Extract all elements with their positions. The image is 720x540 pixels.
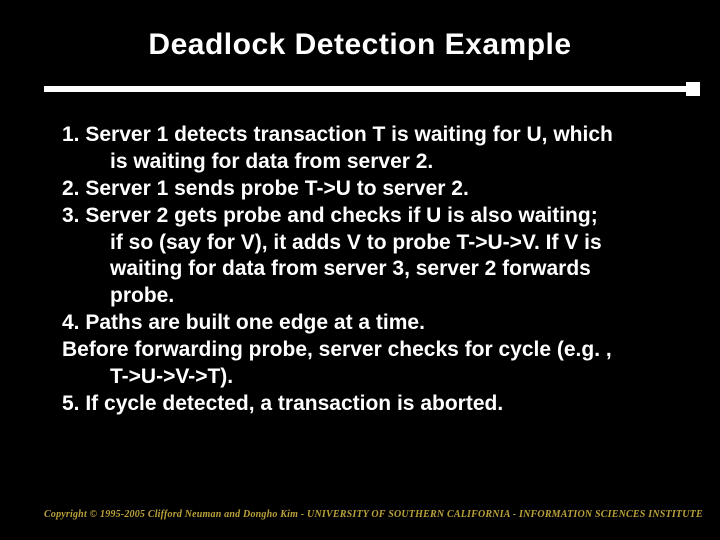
rule-line: [44, 86, 686, 92]
body-line: probe.: [62, 283, 668, 310]
body-line: 1. Server 1 detects transaction T is wai…: [62, 122, 668, 149]
body-line: is waiting for data from server 2.: [62, 149, 668, 176]
body-line: Before forwarding probe, server checks f…: [62, 337, 668, 364]
body-line: 4. Paths are built one edge at a time.: [62, 310, 668, 337]
body-line: 2. Server 1 sends probe T->U to server 2…: [62, 176, 668, 203]
slide: Deadlock Detection Example 1. Server 1 d…: [0, 0, 720, 540]
body-line: waiting for data from server 3, server 2…: [62, 256, 668, 283]
body-line: 3. Server 2 gets probe and checks if U i…: [62, 203, 668, 230]
copyright-footer: Copyright © 1995-2005 Clifford Neuman an…: [44, 509, 703, 520]
slide-title: Deadlock Detection Example: [0, 0, 720, 62]
body-line: T->U->V->T).: [62, 364, 668, 391]
body-line: 5. If cycle detected, a transaction is a…: [62, 391, 668, 418]
body-line: if so (say for V), it adds V to probe T-…: [62, 230, 668, 257]
title-rule: [0, 82, 720, 96]
slide-body: 1. Server 1 detects transaction T is wai…: [0, 96, 720, 418]
rule-endcap: [686, 82, 700, 96]
